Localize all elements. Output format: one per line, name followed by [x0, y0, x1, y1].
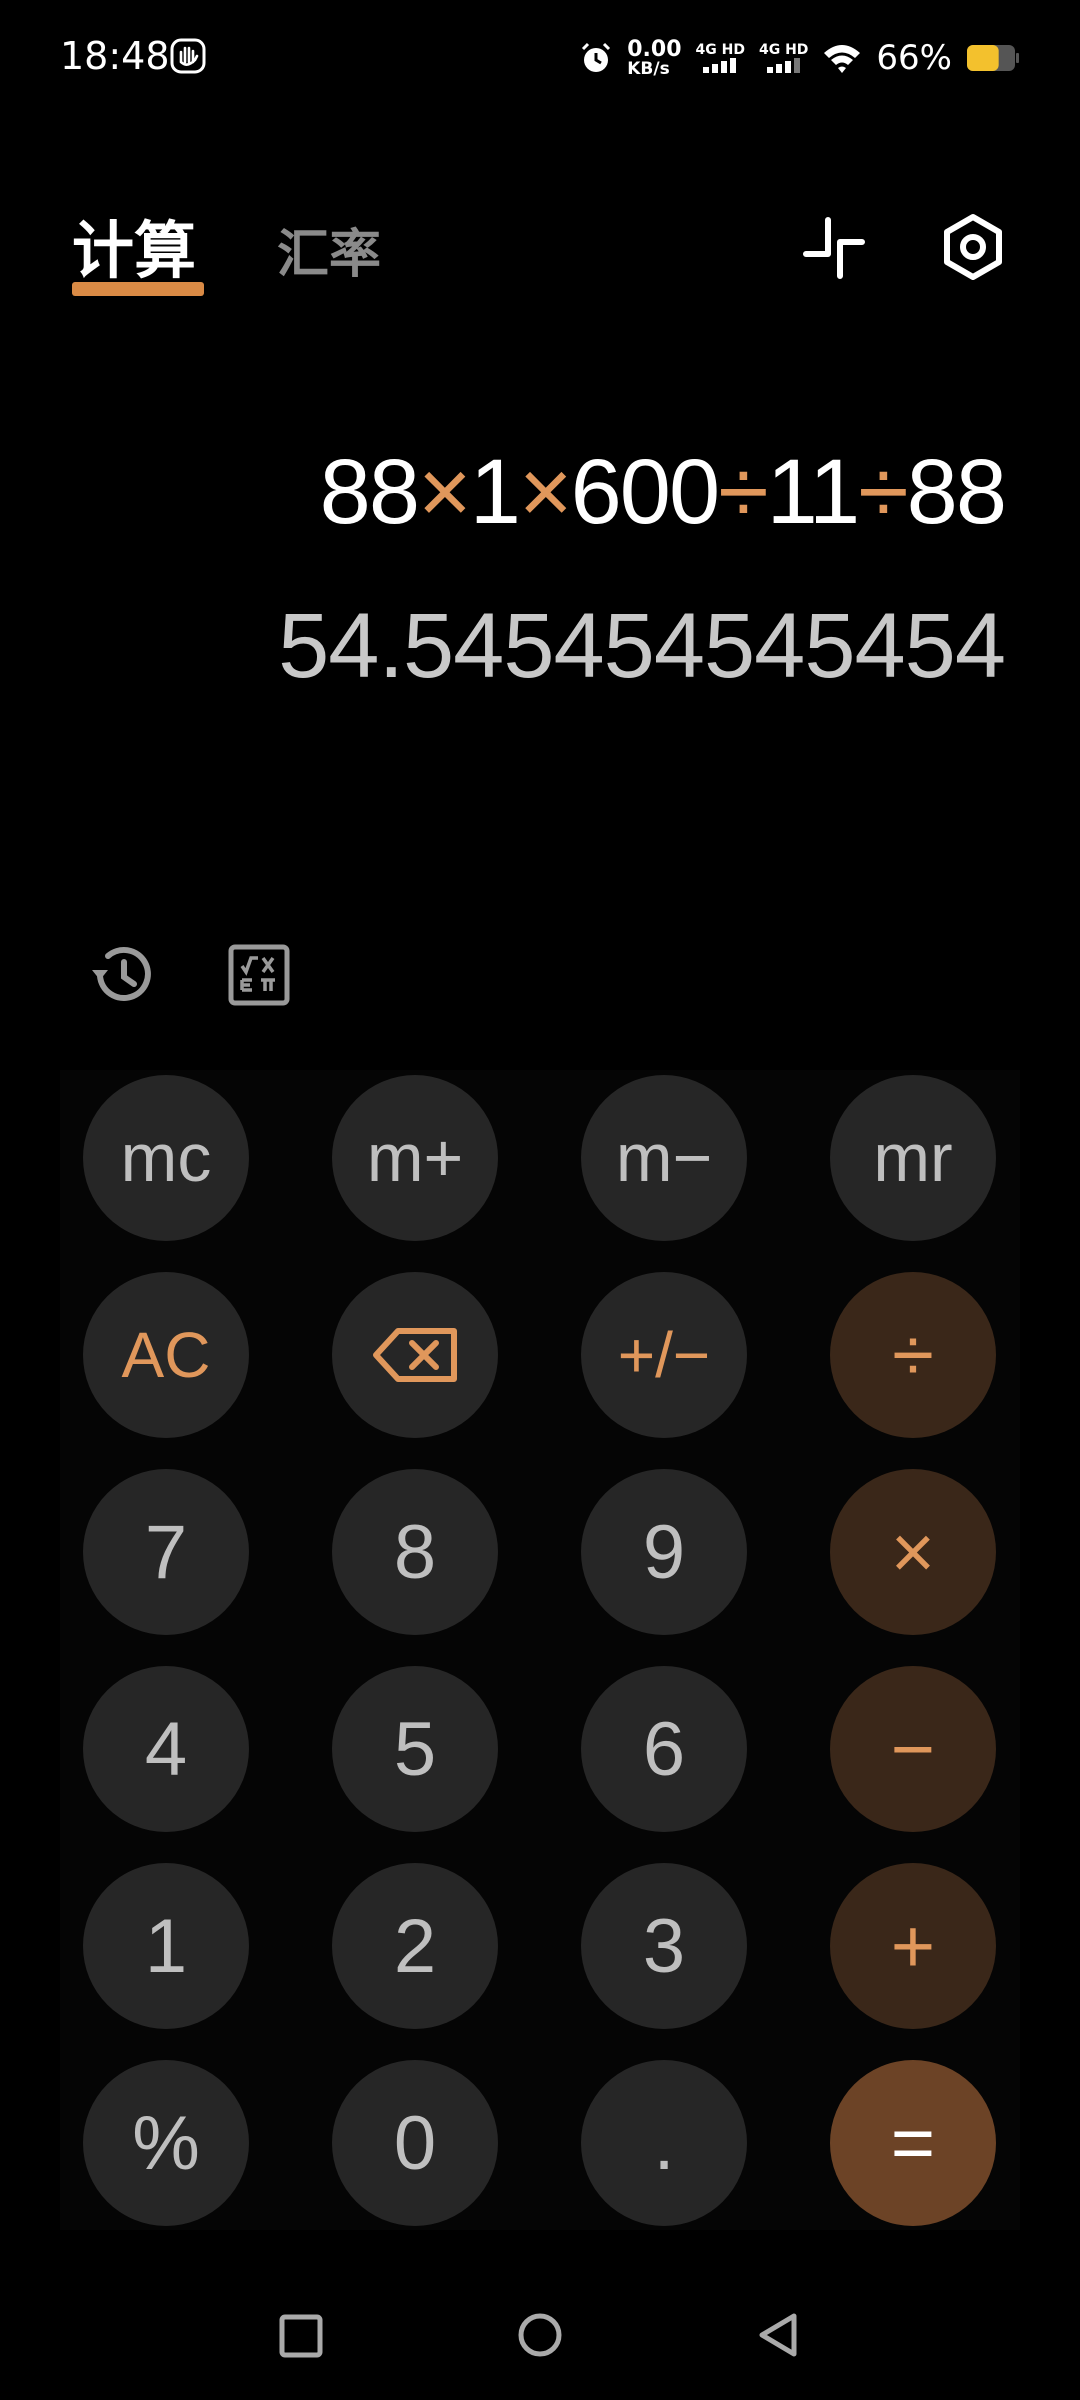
key-plus[interactable]: +: [830, 1863, 996, 2029]
expression-operand: 88: [906, 441, 1007, 543]
expression-operand: 11: [766, 441, 861, 543]
expression-operator: ×: [418, 441, 472, 543]
sim2-signal: 4G HD: [759, 43, 808, 73]
sim1-signal: 4G HD: [696, 43, 745, 73]
key-2[interactable]: 2: [332, 1863, 498, 2029]
key-backspace[interactable]: [332, 1272, 498, 1438]
status-time: 18:48: [60, 34, 170, 78]
recents-square-icon[interactable]: [278, 2313, 324, 2359]
key-sign-toggle[interactable]: +/−: [581, 1272, 747, 1438]
key-1[interactable]: 1: [83, 1863, 249, 2029]
gesture-hand-icon: [170, 38, 206, 74]
status-bar: 18:48 0.00 KB/s 4G HD 4G HD 66%: [0, 0, 1080, 116]
expression-operand: 88: [319, 441, 420, 543]
alarm-icon: [582, 42, 611, 72]
key-5[interactable]: 5: [332, 1666, 498, 1832]
status-right-group: 0.00 KB/s 4G HD 4G HD 66%: [579, 30, 1020, 86]
back-triangle-icon[interactable]: [756, 2311, 802, 2359]
net-speed-unit: KB/s: [627, 58, 670, 79]
key-8[interactable]: 8: [332, 1469, 498, 1635]
key-memory-add[interactable]: m+: [332, 1075, 498, 1241]
key-0[interactable]: 0: [332, 2060, 498, 2226]
key-6[interactable]: 6: [581, 1666, 747, 1832]
expression-operand: 1: [469, 441, 521, 543]
expression-operand: 600: [570, 441, 720, 543]
collapse-icon[interactable]: [800, 214, 868, 282]
tab-calculator[interactable]: 计算: [72, 200, 204, 296]
expression-operator: ×: [518, 441, 573, 543]
tab-exchange-rate[interactable]: 汇率: [277, 212, 381, 287]
battery-icon: [967, 45, 1019, 71]
key-3[interactable]: 3: [581, 1863, 747, 2029]
key-memory-recall[interactable]: mr: [830, 1075, 996, 1241]
result-display: 54.545454545454: [278, 595, 1006, 697]
key-memory-subtract[interactable]: m−: [581, 1075, 747, 1241]
backspace-icon: [373, 1328, 457, 1382]
key-equals[interactable]: =: [830, 2060, 996, 2226]
key-4[interactable]: 4: [83, 1666, 249, 1832]
key-minus[interactable]: −: [830, 1666, 996, 1832]
settings-gear-icon[interactable]: [938, 212, 1008, 282]
key-divide[interactable]: ÷: [830, 1272, 996, 1438]
key-memory-clear[interactable]: mc: [83, 1075, 249, 1241]
tab-exchange-rate-label: 汇率: [277, 225, 382, 285]
expression-operator: ÷: [858, 441, 908, 543]
key-decimal[interactable]: .: [581, 2060, 747, 2226]
key-percent[interactable]: %: [83, 2060, 249, 2226]
signal-bars-icon: [766, 58, 800, 73]
key-9[interactable]: 9: [581, 1469, 747, 1635]
tab-calculator-label: 计算: [72, 214, 197, 287]
net-speed-value: 0.00: [627, 36, 682, 62]
net-speed: 0.00 KB/s: [627, 36, 682, 79]
battery-percent: 66%: [876, 38, 952, 78]
key-all-clear[interactable]: AC: [83, 1272, 249, 1438]
home-circle-icon[interactable]: [516, 2311, 564, 2359]
signal-bars-icon: [703, 58, 737, 73]
expression-display: 88×1×600÷11÷88: [319, 440, 1007, 545]
sim2-label: 4G HD: [758, 42, 809, 58]
active-tab-indicator: [72, 282, 204, 296]
key-multiply[interactable]: ×: [830, 1469, 996, 1635]
navigation-bar: [0, 2290, 1080, 2380]
key-7[interactable]: 7: [83, 1469, 249, 1635]
keypad: mc m+ m− mr AC +/− ÷ 7 8 9 × 4 5 6 − 1 2…: [60, 1070, 1020, 2230]
sim1-label: 4G HD: [695, 42, 745, 58]
history-icon[interactable]: [88, 940, 158, 1010]
wifi-icon: [824, 45, 861, 73]
expression-operator: ÷: [718, 441, 768, 543]
scientific-mode-icon[interactable]: [228, 944, 290, 1006]
